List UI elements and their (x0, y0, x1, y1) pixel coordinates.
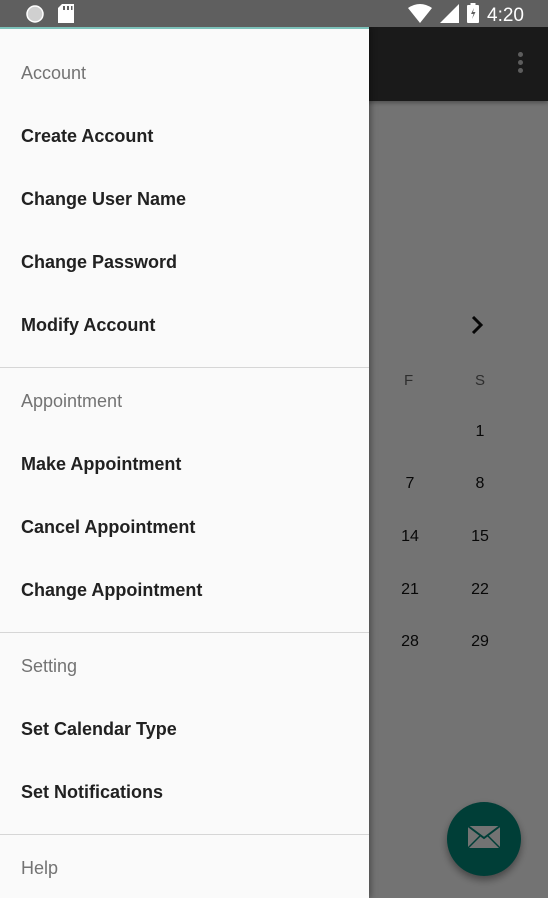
menu-item-set-notifications[interactable]: Set Notifications (21, 782, 163, 803)
menu-item-change-appointment[interactable]: Change Appointment (21, 580, 202, 601)
menu-item-modify-account[interactable]: Modify Account (21, 315, 155, 336)
section-header-account: Account (21, 63, 87, 83)
circle-icon (26, 4, 44, 28)
battery-icon (467, 3, 480, 28)
menu-item-make-appointment[interactable]: Make Appointment (21, 454, 181, 475)
divider (0, 834, 369, 835)
status-bar-left (26, 4, 74, 28)
menu-item-cancel-appointment[interactable]: Cancel Appointment (21, 517, 195, 538)
status-bar: 4:20 (0, 0, 548, 27)
status-bar-right: 4:20 (408, 3, 524, 28)
section-header-setting: Setting (21, 656, 78, 676)
divider (0, 367, 369, 368)
status-time: 4:20 (487, 4, 524, 26)
section-header-appointment: Appointment (21, 391, 123, 411)
menu-item-create-account[interactable]: Create Account (21, 126, 153, 147)
sd-card-icon (58, 4, 74, 28)
menu-item-set-calendar-type[interactable]: Set Calendar Type (21, 719, 177, 740)
divider (0, 632, 369, 633)
menu-item-change-user-name[interactable]: Change User Name (21, 189, 186, 210)
menu-item-change-password[interactable]: Change Password (21, 252, 177, 273)
wifi-icon (408, 3, 433, 28)
navigation-drawer: Account Create Account Change User Name … (0, 27, 369, 898)
signal-icon (440, 3, 460, 28)
section-header-help[interactable]: Help (21, 858, 58, 879)
